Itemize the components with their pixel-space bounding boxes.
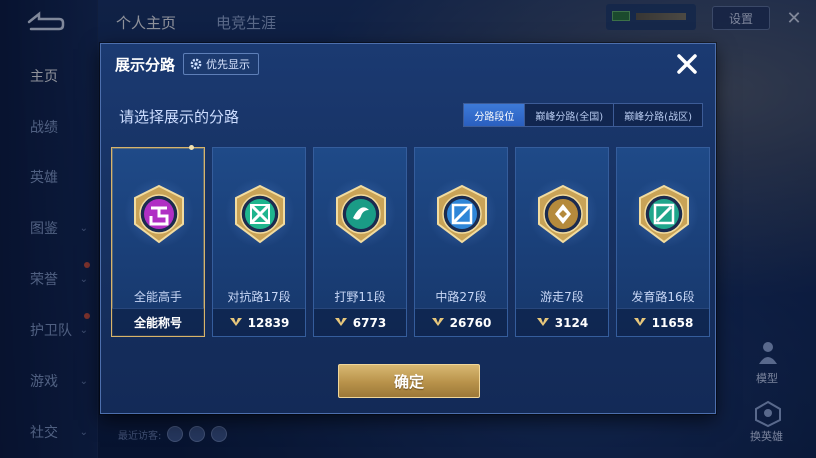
dialog-header: 展示分路 优先显示 (101, 44, 715, 84)
confirm-button[interactable]: 确定 (338, 364, 480, 398)
peak-points-icon (431, 315, 445, 330)
lane-score: 全能称号 (112, 308, 204, 336)
lane-tabs: 分路段位 巅峰分路(全国) 巅峰分路(战区) (463, 103, 703, 127)
tab-peak-lane-region[interactable]: 巅峰分路(战区) (614, 104, 702, 126)
lane-score: 6773 (314, 308, 406, 336)
peak-points-icon (536, 315, 550, 330)
lane-name: 发育路16段 (631, 290, 695, 304)
dialog-title: 展示分路 (115, 55, 176, 74)
dialog-close-button[interactable] (673, 50, 701, 78)
lane-score: 3124 (516, 308, 608, 336)
lane-score: 12839 (213, 308, 305, 336)
lane-name: 打野11段 (334, 290, 386, 304)
lane-score: 11658 (617, 308, 709, 336)
tab-lane-rank[interactable]: 分路段位 (464, 104, 526, 126)
priority-display-button[interactable]: 优先显示 (183, 53, 260, 75)
peak-points-icon (229, 315, 243, 330)
lane-card[interactable]: 对抗路17段 12839 (212, 147, 306, 337)
lane-name: 中路27段 (435, 290, 487, 304)
omni-icon (129, 184, 189, 244)
mid-lane-icon (432, 184, 492, 244)
close-icon (677, 54, 697, 74)
lane-name: 游走7段 (540, 290, 584, 304)
dialog-subtitle: 请选择展示的分路 (119, 108, 240, 126)
lane-card[interactable]: 打野11段 6773 (313, 147, 407, 337)
lane-points-value: 12839 (247, 315, 290, 330)
lane-display-dialog: 展示分路 优先显示 请选择展示的分路 分路段位 巅峰分路(全国) 巅峰分路(战区… (100, 43, 716, 414)
roam-icon (533, 184, 593, 244)
lane-points-value: 3124 (554, 315, 589, 330)
lane-cards: 全能高手 全能称号 对抗路17段 12839 打野11段 6773 中路27段 26760 游走… (111, 145, 710, 340)
gear-icon (190, 58, 202, 70)
peak-points-icon (334, 315, 348, 330)
lane-card[interactable]: 全能高手 全能称号 (111, 145, 205, 337)
lane-points-value: 26760 (449, 315, 492, 330)
lane-name: 对抗路17段 (227, 290, 291, 304)
priority-display-label: 优先显示 (206, 58, 251, 71)
title-label: 全能称号 (133, 316, 182, 330)
lane-card[interactable]: 游走7段 3124 (515, 147, 609, 337)
lane-points-value: 6773 (352, 315, 387, 330)
peak-points-icon (633, 315, 647, 330)
farm-lane-icon (634, 184, 694, 244)
lane-points-value: 11658 (651, 315, 694, 330)
clash-lane-icon (230, 184, 290, 244)
tab-peak-lane-national[interactable]: 巅峰分路(全国) (525, 104, 615, 126)
jungle-icon (331, 184, 391, 244)
lane-name: 全能高手 (133, 290, 182, 304)
selected-indicator (189, 145, 194, 150)
lane-card[interactable]: 中路27段 26760 (414, 147, 508, 337)
lane-score: 26760 (415, 308, 507, 336)
lane-card[interactable]: 发育路16段 11658 (616, 147, 710, 337)
